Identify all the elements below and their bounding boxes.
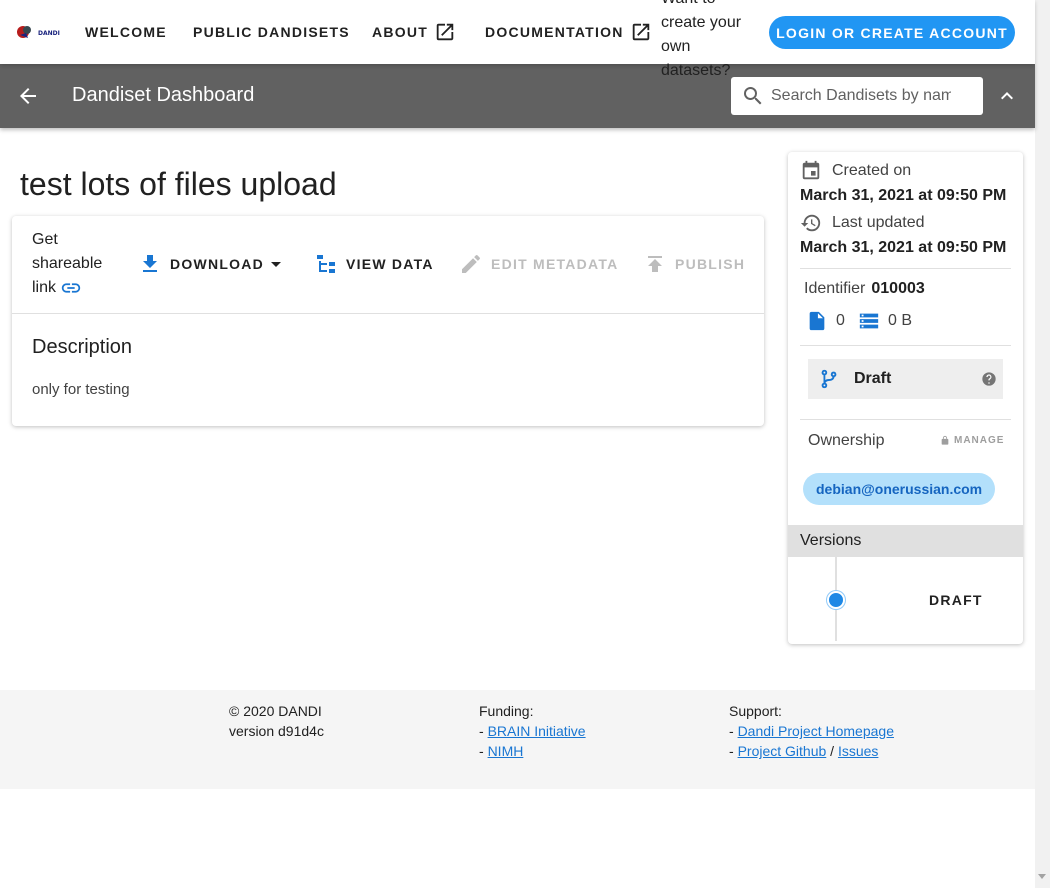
support-label: Support:: [729, 703, 782, 719]
download-label: DOWNLOAD: [170, 256, 264, 272]
footer-support: Support: - Dandi Project Homepage - Proj…: [729, 703, 894, 759]
nav-public-dandisets[interactable]: PUBLIC DANDISETS: [193, 0, 350, 64]
versions-heading: Versions: [788, 525, 1023, 557]
side-divider: [800, 419, 1011, 420]
manage-owners-button[interactable]: MANAGE: [940, 435, 1004, 446]
owner-chip[interactable]: debian@onerussian.com: [803, 473, 996, 505]
dandi-homepage-link[interactable]: Dandi Project Homepage: [738, 723, 894, 739]
view-data-label: VIEW DATA: [346, 256, 434, 272]
identifier-label: Identifier: [804, 280, 866, 297]
nav-documentation[interactable]: DOCUMENTATION: [485, 0, 652, 64]
caret-down-icon: [271, 262, 281, 267]
dandiset-title: test lots of files upload: [20, 166, 337, 202]
logo-text: DANDI: [38, 30, 60, 37]
created-row: Created on: [800, 160, 911, 182]
nimh-link[interactable]: NIMH: [488, 743, 524, 759]
created-value: March 31, 2021 at 09:50 PM: [800, 187, 1007, 204]
footer-funding: Funding: - BRAIN Initiative - NIMH: [479, 703, 586, 759]
create-dataset-promo: Want to create your own datasets?: [661, 0, 742, 79]
edit-metadata-button[interactable]: EDIT METADATA: [459, 252, 618, 276]
ownership-label: Ownership: [808, 432, 885, 449]
chevron-up-icon[interactable]: [995, 84, 1019, 108]
nav-documentation-label: DOCUMENTATION: [485, 24, 624, 40]
footer: © 2020 DANDI version d91d4c Funding: - B…: [0, 690, 1035, 789]
open-in-new-icon: [436, 23, 454, 41]
shareable-link[interactable]: Get shareable link: [32, 228, 112, 300]
updated-label: Last updated: [832, 214, 925, 231]
version-status: Draft: [808, 359, 1003, 399]
search-input[interactable]: [771, 87, 951, 105]
identifier-value: 010003: [871, 280, 925, 297]
updated-row: Last updated: [800, 212, 925, 234]
description-text: only for testing: [32, 381, 130, 398]
funding-label: Funding:: [479, 703, 534, 719]
pencil-icon: [462, 254, 481, 273]
publish-icon: [648, 256, 662, 272]
file-icon: [809, 311, 825, 331]
help-icon[interactable]: [981, 371, 997, 387]
file-count: 0: [806, 310, 845, 332]
side-divider: [800, 345, 1011, 346]
page-scrollbar[interactable]: [1035, 0, 1050, 888]
file-count-value: 0: [836, 312, 845, 329]
dandiset-toolbar: Dandiset Dashboard: [0, 64, 1035, 128]
storage-size-value: 0 B: [888, 312, 913, 329]
version-draft-item[interactable]: DRAFT: [929, 592, 983, 608]
file-tree-icon: [317, 255, 335, 273]
dandiset-card: Get shareable link DOWNLOAD VIEW DATA ED…: [12, 216, 764, 426]
toolbar-title: Dandiset Dashboard: [72, 84, 255, 106]
nav-welcome-label: WELCOME: [85, 24, 167, 40]
issues-link[interactable]: Issues: [838, 743, 878, 759]
nav-about-label: ABOUT: [372, 24, 429, 40]
calendar-icon: [802, 160, 820, 180]
card-divider: [12, 313, 764, 314]
edit-metadata-label: EDIT METADATA: [491, 256, 619, 272]
link-icon: [62, 283, 81, 293]
publish-button[interactable]: PUBLISH: [643, 252, 745, 276]
login-button[interactable]: LOGIN OR CREATE ACCOUNT: [769, 16, 1015, 49]
source-branch-icon: [821, 369, 837, 389]
publish-label: PUBLISH: [675, 256, 746, 272]
nav-public-dandisets-label: PUBLIC DANDISETS: [193, 24, 350, 40]
identifier-row: Identifier 010003: [804, 280, 925, 298]
created-label: Created on: [832, 162, 912, 179]
top-app-bar: DANDI WELCOME PUBLIC DANDISETS ABOUT DOC…: [0, 0, 1035, 79]
project-github-link[interactable]: Project Github: [738, 743, 827, 759]
arrow-back-icon[interactable]: [16, 84, 40, 108]
nav-welcome[interactable]: WELCOME: [85, 0, 167, 64]
updated-value: March 31, 2021 at 09:50 PM: [800, 239, 1007, 256]
download-button[interactable]: DOWNLOAD: [138, 252, 288, 276]
footer-copyright: © 2020 DANDI version d91d4c: [229, 701, 324, 741]
open-in-new-icon: [632, 23, 649, 41]
brain-initiative-link[interactable]: BRAIN Initiative: [488, 723, 586, 739]
manage-label: MANAGE: [954, 435, 1005, 446]
nav-about[interactable]: ABOUT: [372, 0, 456, 64]
side-divider: [800, 268, 1011, 269]
version-timeline-dot: [827, 591, 845, 609]
lock-icon: [941, 435, 949, 445]
search-box[interactable]: [731, 77, 983, 115]
search-icon: [744, 87, 762, 105]
history-icon: [800, 214, 821, 232]
dandi-logo[interactable]: DANDI: [16, 22, 62, 42]
version-status-label: Draft: [854, 370, 892, 387]
dandiset-side-panel: Created on March 31, 2021 at 09:50 PM La…: [788, 152, 1023, 644]
view-data-button[interactable]: VIEW DATA: [314, 252, 434, 276]
storage-size: 0 B: [858, 310, 912, 332]
scroll-down-arrow-icon[interactable]: [1038, 874, 1046, 879]
copyright-text: © 2020 DANDI: [229, 703, 322, 719]
storage-icon: [859, 313, 879, 329]
download-icon: [143, 255, 157, 272]
description-heading: Description: [32, 336, 133, 358]
version-text: version d91d4c: [229, 723, 324, 739]
